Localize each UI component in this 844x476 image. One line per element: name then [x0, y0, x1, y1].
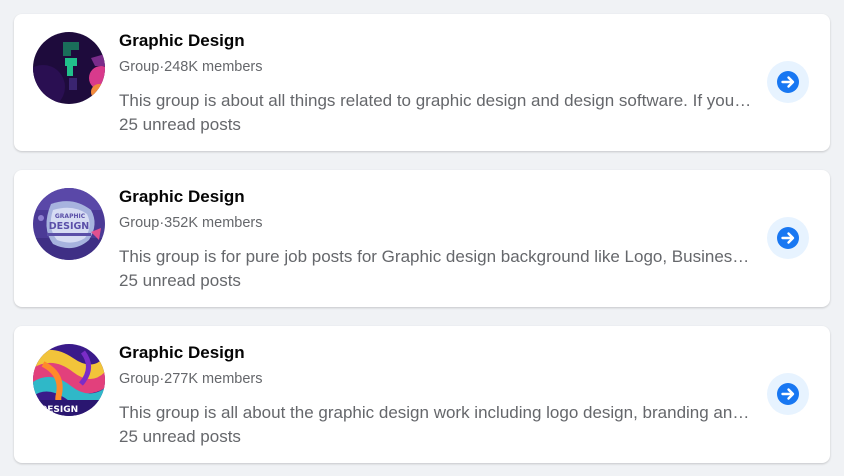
group-meta: Group·352K members: [119, 215, 262, 231]
group-type: Group: [119, 371, 160, 387]
group-description: This group is for pure job posts for Gra…: [119, 247, 754, 266]
group-meta: Group·248K members: [119, 59, 262, 75]
arrow-right-circle-icon: [777, 383, 799, 405]
group-description: This group is all about the graphic desi…: [119, 403, 754, 422]
group-type: Group: [119, 215, 160, 231]
group-name[interactable]: Graphic Design: [119, 187, 245, 207]
group-card[interactable]: GRAPHIC DESIGN Graphic Design Group·352K…: [14, 170, 830, 307]
svg-text:GRAPHIC: GRAPHIC: [55, 213, 86, 220]
svg-text:DESIGN: DESIGN: [49, 221, 90, 232]
group-meta: Group·277K members: [119, 371, 262, 387]
group-name[interactable]: Graphic Design: [119, 343, 245, 363]
member-count: 277K members: [164, 371, 263, 387]
arrow-right-circle-icon: [777, 71, 799, 93]
group-avatar[interactable]: [33, 32, 105, 104]
group-card[interactable]: DESIGN Graphic Design Group·277K members…: [14, 326, 830, 463]
group-avatar[interactable]: GRAPHIC DESIGN: [33, 188, 105, 260]
open-group-button[interactable]: [767, 61, 809, 103]
unread-posts: 25 unread posts: [119, 115, 241, 134]
group-type: Group: [119, 59, 160, 75]
group-card[interactable]: Graphic Design Group·248K members This g…: [14, 14, 830, 151]
arrow-right-circle-icon: [777, 227, 799, 249]
member-count: 352K members: [164, 215, 263, 231]
group-name[interactable]: Graphic Design: [119, 31, 245, 51]
group-description: This group is about all things related t…: [119, 91, 754, 110]
open-group-button[interactable]: [767, 373, 809, 415]
open-group-button[interactable]: [767, 217, 809, 259]
group-avatar[interactable]: DESIGN: [33, 344, 105, 416]
member-count: 248K members: [164, 59, 263, 75]
unread-posts: 25 unread posts: [119, 271, 241, 290]
unread-posts: 25 unread posts: [119, 427, 241, 446]
svg-text:DESIGN: DESIGN: [40, 405, 78, 415]
